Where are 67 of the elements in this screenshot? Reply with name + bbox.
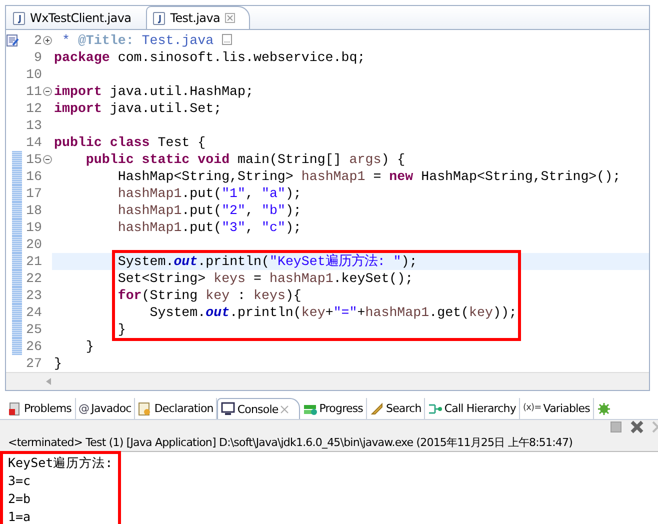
console-output-line: 1=a (8, 508, 31, 524)
line-number: 19 (25, 219, 42, 236)
line-number: 24 (25, 304, 42, 321)
close-icon[interactable] (280, 404, 290, 414)
line-number: 25 (25, 321, 42, 338)
code-line: hashMap1.put("1", "a"); (116, 185, 302, 202)
panel-tab[interactable]: @ Javadoc (76, 398, 136, 419)
line-number: 2 (33, 32, 42, 49)
java-file-icon (13, 12, 25, 24)
declaration-icon (138, 402, 152, 416)
java-file-icon (153, 12, 166, 24)
line-number: 11 (25, 83, 42, 100)
panel-tab[interactable]: Call Hierarchy (425, 398, 520, 419)
collapse-icon[interactable] (42, 155, 52, 164)
scroll-left-icon[interactable] (46, 378, 51, 385)
expand-icon[interactable] (42, 36, 52, 45)
panel-tab[interactable]: Problems (5, 398, 76, 419)
code-line: System.out.println(key+"="+hashMap1.get(key)); (148, 304, 517, 321)
panel-tab[interactable]: (x)= Variables (520, 398, 594, 419)
line-number: 20 (25, 236, 42, 253)
collapse-icon[interactable] (42, 87, 52, 96)
line-number: 14 (25, 134, 42, 151)
line-number: 12 (25, 100, 42, 117)
code-line: public static void main(String[] args) { (84, 151, 406, 168)
code-line: package com.sinosoft.lis.webservice.bq; (54, 49, 366, 66)
hierarchy-icon (428, 402, 442, 416)
code-line: HashMap<String,String> hashMap1 = new HashMap<String,String>(); (116, 168, 621, 185)
remove-icon[interactable] (630, 420, 644, 434)
editor-tab[interactable]: Test.java (146, 6, 250, 29)
line-number: 27 (25, 355, 42, 372)
code-line: import java.util.HashMap; (54, 83, 254, 100)
code-line: * @Title: Test.java (60, 32, 215, 49)
line-number: 10 (25, 66, 42, 83)
console-output-line: 3=c (8, 472, 31, 490)
line-number: 17 (25, 185, 42, 202)
line-number: 22 (25, 270, 42, 287)
line-number: 9 (33, 49, 42, 66)
code-line: System.out.println("KeySet遍历方法: "); (116, 253, 418, 270)
console-status: <terminated> Test (1) [Java Application] D:\soft\Java\jdk1.6.0_45\bin\javaw.exe (2015年11月25日 上午8:51:47) (0, 434, 658, 452)
stop-icon[interactable] (610, 421, 622, 433)
problems-icon (8, 402, 22, 416)
panel-tab[interactable]: Console (217, 398, 300, 419)
line-number: 26 (25, 338, 42, 355)
line-number: 23 (25, 287, 42, 304)
editor-tab[interactable]: WxTestClient.java (6, 6, 146, 29)
code-line: } (84, 338, 94, 355)
code-line: import java.util.Set; (54, 100, 222, 117)
panel-tab[interactable]: Declaration (135, 398, 218, 419)
code-line: } (116, 321, 126, 338)
panel-tab[interactable]: Search (366, 398, 426, 419)
code-line: hashMap1.put("3", "c"); (116, 219, 302, 236)
console-output-line: 2=b (8, 490, 31, 508)
folded-comment-icon[interactable] (222, 34, 232, 45)
code-line: Set<String> keys = hashMap1.keySet(); (116, 270, 414, 287)
line-number: 15 (25, 151, 42, 168)
code-line: } (54, 355, 62, 372)
line-number: 16 (25, 168, 42, 185)
monitor-icon (221, 402, 236, 416)
line-number: 21 (25, 253, 42, 270)
line-number: 18 (25, 202, 42, 219)
code-line: hashMap1.put("2", "b"); (116, 202, 302, 219)
code-line: public class Test { (54, 134, 206, 151)
line-number: 13 (25, 117, 42, 134)
code-line: for(String key : keys){ (116, 287, 302, 304)
console-output-line: KeySet遍历方法: (8, 454, 113, 472)
close-icon[interactable] (225, 13, 236, 23)
panel-tab[interactable]: Progress (300, 398, 367, 419)
